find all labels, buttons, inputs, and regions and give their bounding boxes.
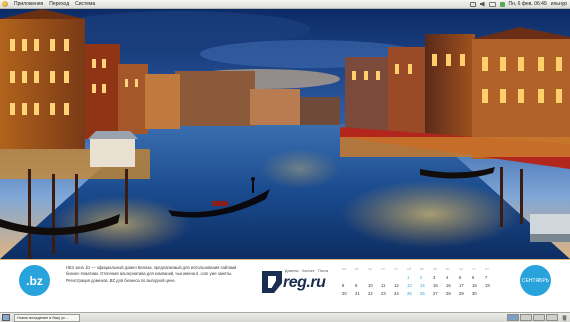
venice-canal-image (0, 9, 570, 260)
calendar-day: 2 (420, 274, 423, 280)
workspace-1[interactable] (507, 314, 519, 321)
calendar-day: 27 (433, 290, 438, 296)
calendar-day: 30 (472, 290, 477, 296)
bz-logo: .bz (19, 265, 50, 296)
user-menu[interactable]: ильнур (551, 1, 567, 7)
workspace-3[interactable] (533, 314, 545, 321)
calendar-day: 15 (433, 282, 438, 288)
workspace-2[interactable] (520, 314, 532, 321)
battery-icon[interactable] (499, 1, 505, 7)
panel-tray: Пн, 6 фев. 06:49 ильнур (469, 1, 570, 7)
top-panel: Приложения Переход Система Пн, 6 фев. 06… (0, 0, 570, 9)
applications-icon[interactable] (2, 1, 8, 7)
weekday-label: вт (446, 266, 450, 271)
reg-ru-logo: Домены · Хостинг · Почта reg.ru (262, 269, 332, 293)
workspace-switcher[interactable] (507, 314, 558, 321)
calendar-day: 5 (459, 274, 462, 280)
wallpaper-photo (0, 9, 570, 260)
menu-places[interactable]: Переход (49, 1, 69, 7)
reg-ru-name: reg.ru (283, 274, 326, 291)
weekday-label: пн (433, 266, 438, 271)
month-badge: СЕНТЯБРЬ (520, 265, 551, 296)
menu-applications[interactable]: Приложения (14, 1, 43, 7)
calendar-day: 22 (368, 290, 373, 296)
calendar-day: 21 (355, 290, 360, 296)
calendar-day: 3 (433, 274, 436, 280)
weekday-label: сб (407, 266, 412, 271)
calendar-strip: .bz НЕ3 зона .bz — официальный домен Бел… (0, 260, 570, 312)
menu-system[interactable]: Система (75, 1, 95, 7)
calendar-day: 23 (381, 290, 386, 296)
calendar-day: 14 (420, 282, 425, 288)
calendar-days: 1 2 3 4 5 6 7 8 9 10 11 12 13 14 15 16 17 18 19 20 21 22 23 24 2… (342, 273, 508, 297)
calendar-day: 28 (446, 290, 451, 296)
calendar-day: 17 (459, 282, 464, 288)
weekday-label: чт (381, 266, 385, 271)
weekday-label: вт (355, 266, 359, 271)
calendar-day: 19 (485, 282, 490, 288)
panel-menus: Приложения Переход Система (0, 1, 95, 7)
calendar-day: 16 (446, 282, 451, 288)
show-desktop-icon[interactable] (2, 314, 10, 321)
workspace-4[interactable] (546, 314, 558, 321)
taskbar-window-button[interactable]: Новое вхождение в базу ус... (14, 313, 80, 322)
calendar-day: 20 (342, 290, 347, 296)
calendar-weekday-header: пн вт ср чт пт сб вс пн вт ср чт пт (342, 266, 508, 273)
calendar-day: 11 (381, 282, 386, 288)
weekday-label: пт (485, 266, 489, 271)
clock[interactable]: Пн, 6 фев. 06:49 (509, 1, 547, 7)
calendar-day: 10 (368, 282, 373, 288)
weekday-label: ср (459, 266, 464, 271)
calendar-day: 9 (355, 282, 358, 288)
calendar-day: 25 (407, 290, 412, 296)
calendar-day: 26 (420, 290, 425, 296)
calendar-day: 24 (394, 290, 399, 296)
calendar-day: 29 (459, 290, 464, 296)
reg-ru-mark-icon (262, 271, 282, 293)
calendar-day: 6 (472, 274, 475, 280)
trash-icon[interactable] (562, 315, 567, 321)
weekday-label: вс (420, 266, 425, 271)
calendar-week-row: 8 9 10 11 12 13 14 15 16 17 18 19 (342, 281, 508, 289)
weekday-label: пн (342, 266, 347, 271)
network-icon[interactable] (469, 1, 476, 7)
calendar-day: 1 (407, 274, 410, 280)
weekday-label: чт (472, 266, 476, 271)
reg-ru-tagline: Домены · Хостинг · Почта (285, 269, 328, 273)
calendar-week-row: 1 2 3 4 5 6 7 (342, 273, 508, 281)
volume-icon[interactable] (479, 1, 485, 7)
mail-icon[interactable] (488, 1, 496, 7)
calendar-day: 7 (485, 274, 488, 280)
weekday-label: ср (368, 266, 373, 271)
calendar-day: 18 (472, 282, 477, 288)
calendar-day: 12 (394, 282, 399, 288)
calendar-day: 8 (342, 282, 345, 288)
calendar-week-row: 20 21 22 23 24 25 26 27 28 29 30 (342, 289, 508, 297)
calendar-day: 13 (407, 282, 412, 288)
promo-text: НЕ3 зона .bz — официальный домен Белиза,… (66, 265, 237, 283)
month-calendar: пн вт ср чт пт сб вс пн вт ср чт пт 1 2 3 4 5 6 7 8 9 10 11 12… (342, 266, 508, 297)
calendar-day: 4 (446, 274, 449, 280)
weekday-label: пт (394, 266, 398, 271)
